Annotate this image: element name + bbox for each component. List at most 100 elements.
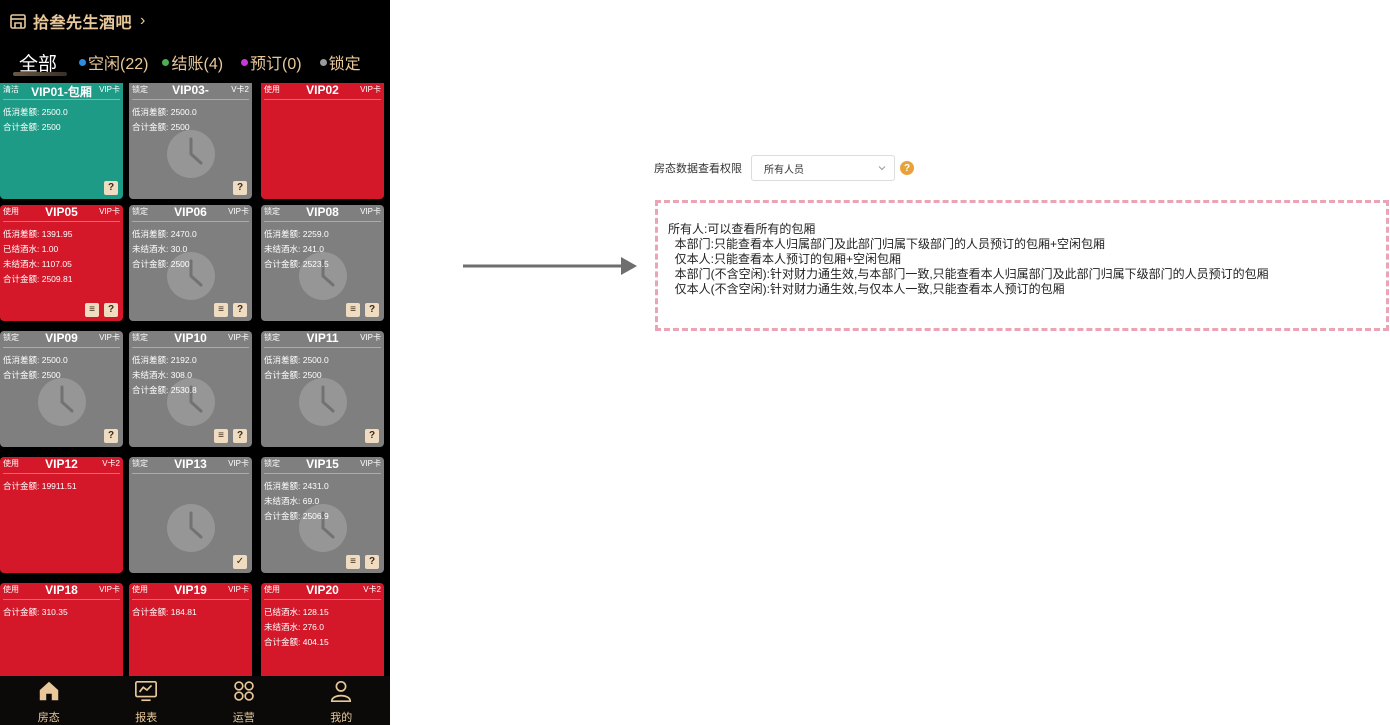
- room-amount-line: 合计金额: 404.15: [264, 637, 329, 647]
- help-icon[interactable]: ?: [900, 161, 914, 175]
- arrow-right-icon: [463, 257, 637, 275]
- room-amount-line: 已结酒水: 1.00: [3, 244, 59, 254]
- lock-question-icon[interactable]: ?: [104, 429, 118, 443]
- nav-operations[interactable]: 运营: [195, 676, 293, 725]
- room-status: 清洁: [3, 85, 19, 94]
- permission-label: 房态数据查看权限: [654, 163, 742, 175]
- tab-reserved[interactable]: 预订(0): [241, 46, 302, 78]
- room-card[interactable]: VIP09 锁定 VIP卡 低消差额: 2500.0 合计金额: 2500?: [0, 331, 123, 447]
- room-card[interactable]: VIP18 使用 VIP卡 合计金额: 310.35: [0, 583, 123, 676]
- room-amount-line: 未结酒水: 69.0: [264, 496, 320, 506]
- room-card-type: V卡2: [231, 85, 249, 94]
- room-card[interactable]: VIP10 锁定 VIP卡 低消差额: 2192.0 未结酒水: 308.0 合计金额: …: [129, 331, 252, 447]
- room-card[interactable]: VIP19 使用 VIP卡 合计金额: 184.81: [129, 583, 252, 676]
- lock-question-icon[interactable]: ?: [104, 303, 118, 317]
- room-amount-line: 合计金额: 2500: [264, 370, 322, 380]
- room-card-divider: [264, 99, 381, 100]
- room-card[interactable]: VIP08 锁定 VIP卡 低消差额: 2259.0 未结酒水: 241.0 合计金额: …: [261, 205, 384, 321]
- tab-all[interactable]: 全部: [0, 46, 77, 78]
- room-card-header: VIP08 锁定 VIP卡: [261, 205, 384, 219]
- order-list-icon[interactable]: ≡: [346, 555, 360, 569]
- chevron-right-icon: ›: [140, 12, 146, 29]
- room-badges: ?: [365, 429, 379, 443]
- nav-reports[interactable]: 报表: [98, 676, 196, 725]
- room-amounts: 低消差额: 2500.0 合计金额: 2500: [132, 105, 197, 135]
- room-status: 锁定: [264, 207, 280, 216]
- lock-question-icon[interactable]: ?: [233, 303, 247, 317]
- status-dot-locked: [319, 58, 327, 66]
- room-amounts: 低消差额: 2500.0 合计金额: 2500: [264, 353, 329, 383]
- room-amount-line: 合计金额: 2500: [3, 122, 61, 132]
- room-card-divider: [132, 347, 249, 348]
- lock-question-icon[interactable]: ?: [365, 555, 379, 569]
- room-card[interactable]: VIP11 锁定 VIP卡 低消差额: 2500.0 合计金额: 2500?: [261, 331, 384, 447]
- room-amount-line: 低消差额: 2470.0: [132, 229, 197, 239]
- tab-checkout[interactable]: 结账(4): [162, 46, 223, 78]
- tab-free[interactable]: 空闲(22): [79, 46, 148, 78]
- store-header[interactable]: 拾叁先生酒吧 ›: [0, 0, 390, 42]
- room-amount-line: 合计金额: 310.35: [3, 607, 68, 617]
- check-icon[interactable]: ✓: [233, 555, 247, 569]
- permission-selected-value: 所有人员: [764, 164, 804, 176]
- order-list-icon[interactable]: ≡: [85, 303, 99, 317]
- room-amount-line: 低消差额: 2431.0: [264, 481, 329, 491]
- room-card-type: VIP卡: [360, 207, 381, 216]
- room-card[interactable]: VIP13 锁定 VIP卡 ✓: [129, 457, 252, 573]
- room-card[interactable]: VIP06 锁定 VIP卡 低消差额: 2470.0 未结酒水: 30.0 合计金额: 2…: [129, 205, 252, 321]
- nav-room-status[interactable]: 房态: [0, 676, 98, 725]
- room-card-divider: [3, 473, 120, 474]
- tab-locked[interactable]: 锁定: [319, 46, 361, 78]
- room-card[interactable]: VIP05 使用 VIP卡 低消差额: 1391.95 已结酒水: 1.00 未结酒水: …: [0, 205, 123, 321]
- room-grid: VIP01-包厢 清洁 VIP卡 低消差额: 2500.0 合计金额: 2500? VIP…: [0, 83, 390, 676]
- clock-icon: [167, 504, 215, 552]
- tab-reserved-label: 预订(0): [250, 56, 302, 73]
- room-amount-line: 合计金额: 184.81: [132, 607, 197, 617]
- room-amount-line: 未结酒水: 241.0: [264, 244, 324, 254]
- permission-setting-row: 房态数据查看权限 所有人员 ?: [654, 155, 914, 181]
- room-card-type: VIP卡: [228, 585, 249, 594]
- room-amounts: 低消差额: 2500.0 合计金额: 2500: [3, 105, 68, 135]
- room-amounts: 合计金额: 19911.51: [3, 479, 77, 494]
- room-card[interactable]: VIP20 使用 V卡2 已结酒水: 128.15 未结酒水: 276.0 合计金额: 4…: [261, 583, 384, 676]
- order-list-icon[interactable]: ≡: [214, 303, 228, 317]
- nav-label: 运营: [232, 712, 255, 724]
- bottom-nav: 房态 报表 运营 我的: [0, 676, 390, 725]
- room-card-header: VIP09 锁定 VIP卡: [0, 331, 123, 345]
- note-line: 仅本人:只能查看本人预订的包厢+空闲包厢: [668, 252, 902, 266]
- lock-question-icon[interactable]: ?: [365, 303, 379, 317]
- room-card-header: VIP10 锁定 VIP卡: [129, 331, 252, 345]
- room-card-header: VIP03- 锁定 V卡2: [129, 83, 252, 97]
- room-card[interactable]: VIP15 锁定 VIP卡 低消差额: 2431.0 未结酒水: 69.0 合计金额: 2…: [261, 457, 384, 573]
- room-card-type: VIP卡: [228, 333, 249, 342]
- tab-free-label: 空闲(22): [88, 56, 149, 73]
- room-card[interactable]: VIP03- 锁定 V卡2 低消差额: 2500.0 合计金额: 2500?: [129, 83, 252, 199]
- active-tab-indicator: [13, 72, 67, 76]
- room-badges: ≡?: [346, 303, 379, 317]
- status-dot-free: [79, 58, 87, 66]
- lock-question-icon[interactable]: ?: [233, 429, 247, 443]
- status-filter-tabs: 全部 空闲(22) 结账(4) 预订(0) 锁定: [0, 46, 390, 78]
- room-badges: ≡?: [85, 303, 118, 317]
- room-amount-line: 低消差额: 2500.0: [264, 355, 329, 365]
- room-badges: ✓: [233, 555, 247, 569]
- room-card[interactable]: VIP02 使用 VIP卡: [261, 83, 384, 199]
- room-card[interactable]: VIP01-包厢 清洁 VIP卡 低消差额: 2500.0 合计金额: 2500?: [0, 83, 123, 199]
- room-card-type: VIP卡: [99, 333, 120, 342]
- room-card-type: V卡2: [102, 459, 120, 468]
- order-list-icon[interactable]: ≡: [214, 429, 228, 443]
- nav-label: 我的: [330, 712, 353, 724]
- room-status: 使用: [3, 585, 19, 594]
- room-amount-line: 低消差额: 2500.0: [132, 107, 197, 117]
- permission-select[interactable]: 所有人员: [751, 155, 895, 181]
- room-status: 锁定: [3, 333, 19, 342]
- room-amount-line: 低消差额: 2192.0: [132, 355, 197, 365]
- room-amount-line: 未结酒水: 308.0: [132, 370, 192, 380]
- lock-question-icon[interactable]: ?: [233, 181, 247, 195]
- room-amounts: 低消差额: 2470.0 未结酒水: 30.0 合计金额: 2500: [132, 227, 197, 272]
- room-card[interactable]: VIP12 使用 V卡2 合计金额: 19911.51: [0, 457, 123, 573]
- lock-question-icon[interactable]: ?: [104, 181, 118, 195]
- room-card-divider: [132, 473, 249, 474]
- nav-mine[interactable]: 我的: [293, 676, 391, 725]
- order-list-icon[interactable]: ≡: [346, 303, 360, 317]
- lock-question-icon[interactable]: ?: [365, 429, 379, 443]
